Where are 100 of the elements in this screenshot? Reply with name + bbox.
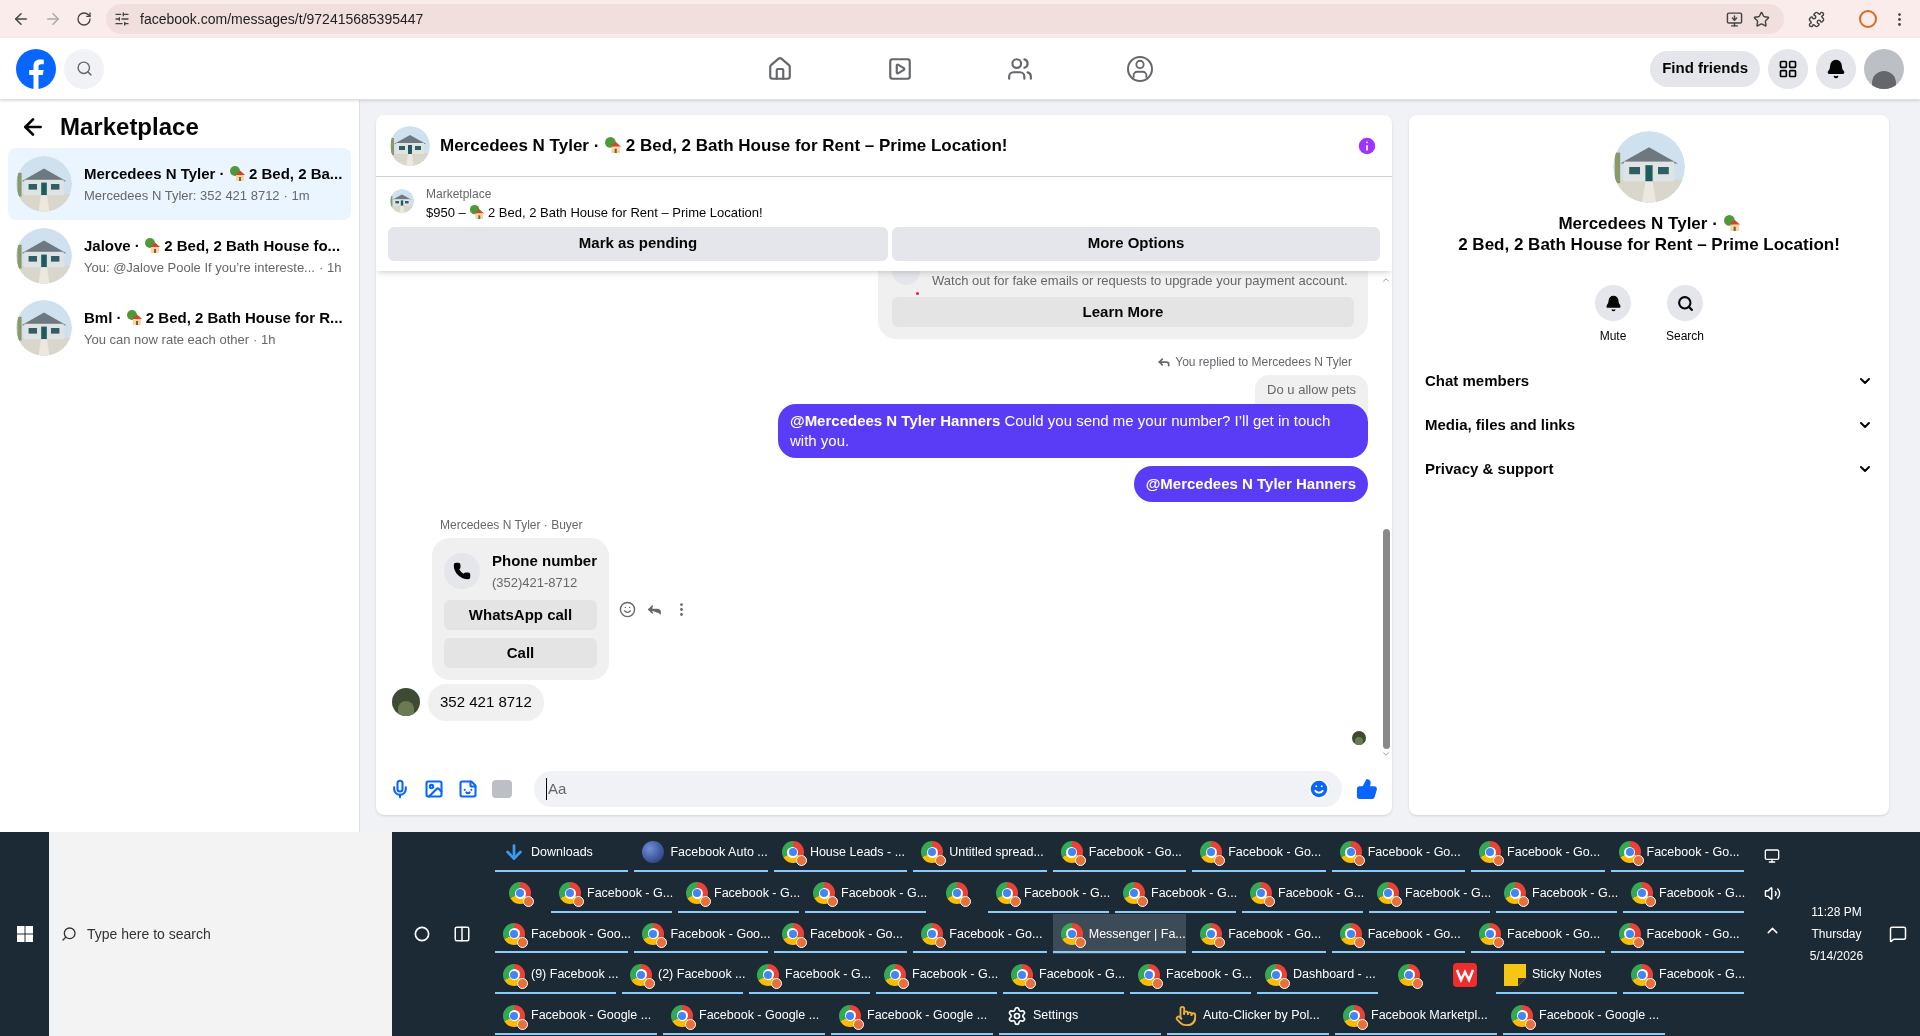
profile-icon[interactable] (1859, 10, 1877, 28)
taskbar-app-button[interactable]: Facebook - G... (1115, 872, 1236, 914)
call-action-button[interactable]: WhatsApp call (444, 600, 597, 630)
listing-action-button[interactable]: Mark as pending (388, 226, 888, 261)
bookmark-star-icon[interactable] (1753, 10, 1770, 28)
taskbar-app-button[interactable]: Facebook - Go... (1610, 832, 1744, 873)
taskbar-app-button[interactable]: Facebook - G... (1623, 872, 1744, 914)
taskbar-app-button[interactable]: Untitled spread... (913, 832, 1047, 873)
browser-icon (1631, 963, 1653, 986)
mute-button[interactable] (1595, 285, 1631, 321)
taskbar-app-button[interactable]: Facebook - G... (1496, 872, 1617, 914)
taskbar-app-button[interactable]: Facebook Auto ... (634, 832, 768, 873)
taskbar-app-button[interactable]: Facebook - G... (749, 954, 870, 996)
browser-icon (813, 882, 835, 905)
volume-icon[interactable] (1763, 884, 1781, 902)
taskbar-app-button[interactable]: Facebook - G... (1242, 872, 1363, 914)
taskbar-app-button[interactable]: Settings (999, 995, 1161, 1036)
contact-name: Mercedees N Tyler · (440, 135, 600, 155)
taskbar-app-button[interactable]: Auto-Clicker by Pol... (1167, 995, 1329, 1036)
taskbar-app-button[interactable]: (2) Facebook ... (622, 954, 743, 996)
taskbar-app-button[interactable]: Facebook - Go... (1331, 832, 1466, 873)
taskbar-app-button[interactable]: Facebook - Go... (1052, 832, 1187, 873)
taskbar-app-button[interactable]: Downloads (495, 832, 629, 873)
taskbar-app-button[interactable]: Facebook - Go... (913, 913, 1047, 955)
taskbar-app-button[interactable]: House Leads - ... (773, 832, 908, 873)
taskbar-app-button[interactable]: Messenger | Fa... (1052, 913, 1187, 955)
taskbar-search-field[interactable]: Type here to search (49, 832, 392, 1036)
facebook-logo-icon[interactable] (16, 48, 56, 89)
taskbar-app-button[interactable]: Facebook - Go... (1471, 832, 1605, 873)
taskbar-app-button[interactable]: Facebook - G... (678, 872, 799, 914)
clock[interactable]: 11:28 PM Thursday 5/14/2026 (1797, 832, 1876, 1036)
photo-icon[interactable] (424, 779, 444, 799)
listing-title: 2 Bed, 2 Bath House for Rent – Prime Location! (625, 135, 1008, 155)
taskbar-app-button[interactable]: Facebook - G... (988, 872, 1109, 914)
back-icon[interactable] (12, 10, 30, 28)
microphone-icon[interactable] (390, 779, 410, 799)
taskbar-app-button[interactable]: Facebook - G... (1369, 872, 1490, 914)
browser-icon (503, 1004, 525, 1027)
learn-more-button[interactable]: Learn More (892, 297, 1354, 327)
browser-icon (1339, 923, 1362, 945)
notifications-button[interactable] (1816, 48, 1856, 89)
cortana-icon[interactable] (413, 926, 430, 942)
call-action-button[interactable]: Call (444, 638, 597, 668)
taskbar-app-button[interactable]: Facebook - Google ... (663, 995, 825, 1036)
task-view-icon[interactable] (452, 925, 471, 943)
conversation-item[interactable]: Mercedees N Tyler · 2 Bed, 2 Ba... Mercedees N Tyler: 352 421 8712 · 1m (8, 148, 351, 220)
react-icon[interactable] (619, 600, 636, 618)
install-icon[interactable] (1726, 10, 1743, 28)
taskbar-app-button[interactable]: Facebook - G... (1003, 954, 1124, 996)
home-icon[interactable] (767, 55, 793, 82)
taskbar-app-button[interactable]: Sticky Notes (1496, 954, 1617, 996)
conversation-item[interactable]: Jalove · 2 Bed, 2 Bath House fo... You: @Jalove Poole If you’re intereste... · 1h (8, 220, 351, 292)
message-time: · 1m (283, 186, 310, 205)
extensions-icon[interactable] (1808, 10, 1825, 28)
taskbar-app-button[interactable]: Facebook - Go... (1471, 913, 1605, 955)
section-row[interactable]: Chat members (1425, 359, 1873, 403)
taskbar-app-button[interactable]: (9) Facebook ... (495, 954, 616, 996)
taskbar-app-button[interactable]: Facebook - Goo... (634, 913, 768, 955)
taskbar-app-button[interactable]: Facebook - G... (1130, 954, 1251, 996)
emoji-icon[interactable] (1308, 778, 1330, 800)
address-bar[interactable]: facebook.com/messages/t/972415685395447 (106, 4, 1784, 34)
taskbar-app-button[interactable]: Facebook - G... (805, 872, 926, 914)
avatar (392, 688, 420, 717)
listing-action-button[interactable]: More Options (892, 226, 1380, 261)
taskbar-app-button[interactable]: Facebook - Go... (1331, 913, 1466, 955)
section-row[interactable]: Privacy & support (1425, 447, 1873, 491)
taskbar-app-button[interactable]: Facebook - Go... (773, 913, 908, 955)
conversation-item[interactable]: Bml · 2 Bed, 2 Bath House for R... You can now rate each other · 1h (8, 292, 351, 364)
taskbar-app-button[interactable]: Facebook - Go... (1192, 913, 1326, 955)
taskbar-app-button[interactable]: Facebook - Goo... (495, 913, 629, 955)
taskbar-app-button[interactable]: Facebook - Go... (1192, 832, 1326, 873)
taskbar-app-button[interactable]: Facebook - Go... (1610, 913, 1744, 955)
windows-logo-icon[interactable] (16, 926, 33, 942)
taskbar-app-button[interactable]: Facebook Marketpl... (1335, 995, 1497, 1036)
site-settings-icon[interactable] (114, 11, 130, 27)
browser-icon (996, 882, 1018, 905)
search-button[interactable] (1667, 285, 1703, 321)
taskbar-app-button[interactable]: Facebook - Google ... (495, 995, 657, 1036)
account-avatar[interactable] (1864, 48, 1904, 89)
video-icon[interactable] (887, 55, 913, 82)
taskbar-app-button[interactable]: Facebook - Google ... (831, 995, 993, 1036)
friends-icon[interactable] (1007, 55, 1033, 82)
taskbar-app-button[interactable]: Facebook - G... (551, 872, 672, 914)
taskbar-app-button[interactable]: Facebook - Google ... (1503, 995, 1665, 1036)
house-icon (469, 204, 485, 219)
message-input[interactable]: Aa (534, 771, 1342, 807)
sticker-icon[interactable] (458, 779, 478, 799)
browser-icon (503, 923, 525, 945)
info-icon[interactable] (1356, 134, 1378, 157)
network-icon[interactable] (1764, 848, 1780, 865)
like-icon[interactable] (1356, 778, 1378, 800)
find-friends-button[interactable]: Find friends (1650, 50, 1760, 87)
listing-title: 2 Bed, 2 Bath House for Rent – Prime Location! (1458, 234, 1840, 255)
apps-menu-button[interactable] (1768, 48, 1808, 89)
section-row[interactable]: Media, files and links (1425, 403, 1873, 447)
reload-icon[interactable] (76, 11, 92, 27)
taskbar-app-button[interactable]: Facebook - G... (876, 954, 997, 996)
taskbar-app-button[interactable]: Facebook - G... (1623, 954, 1744, 996)
notifications-icon[interactable] (1889, 925, 1907, 943)
taskbar-app-button[interactable]: Dashboard - ... (1257, 954, 1378, 996)
